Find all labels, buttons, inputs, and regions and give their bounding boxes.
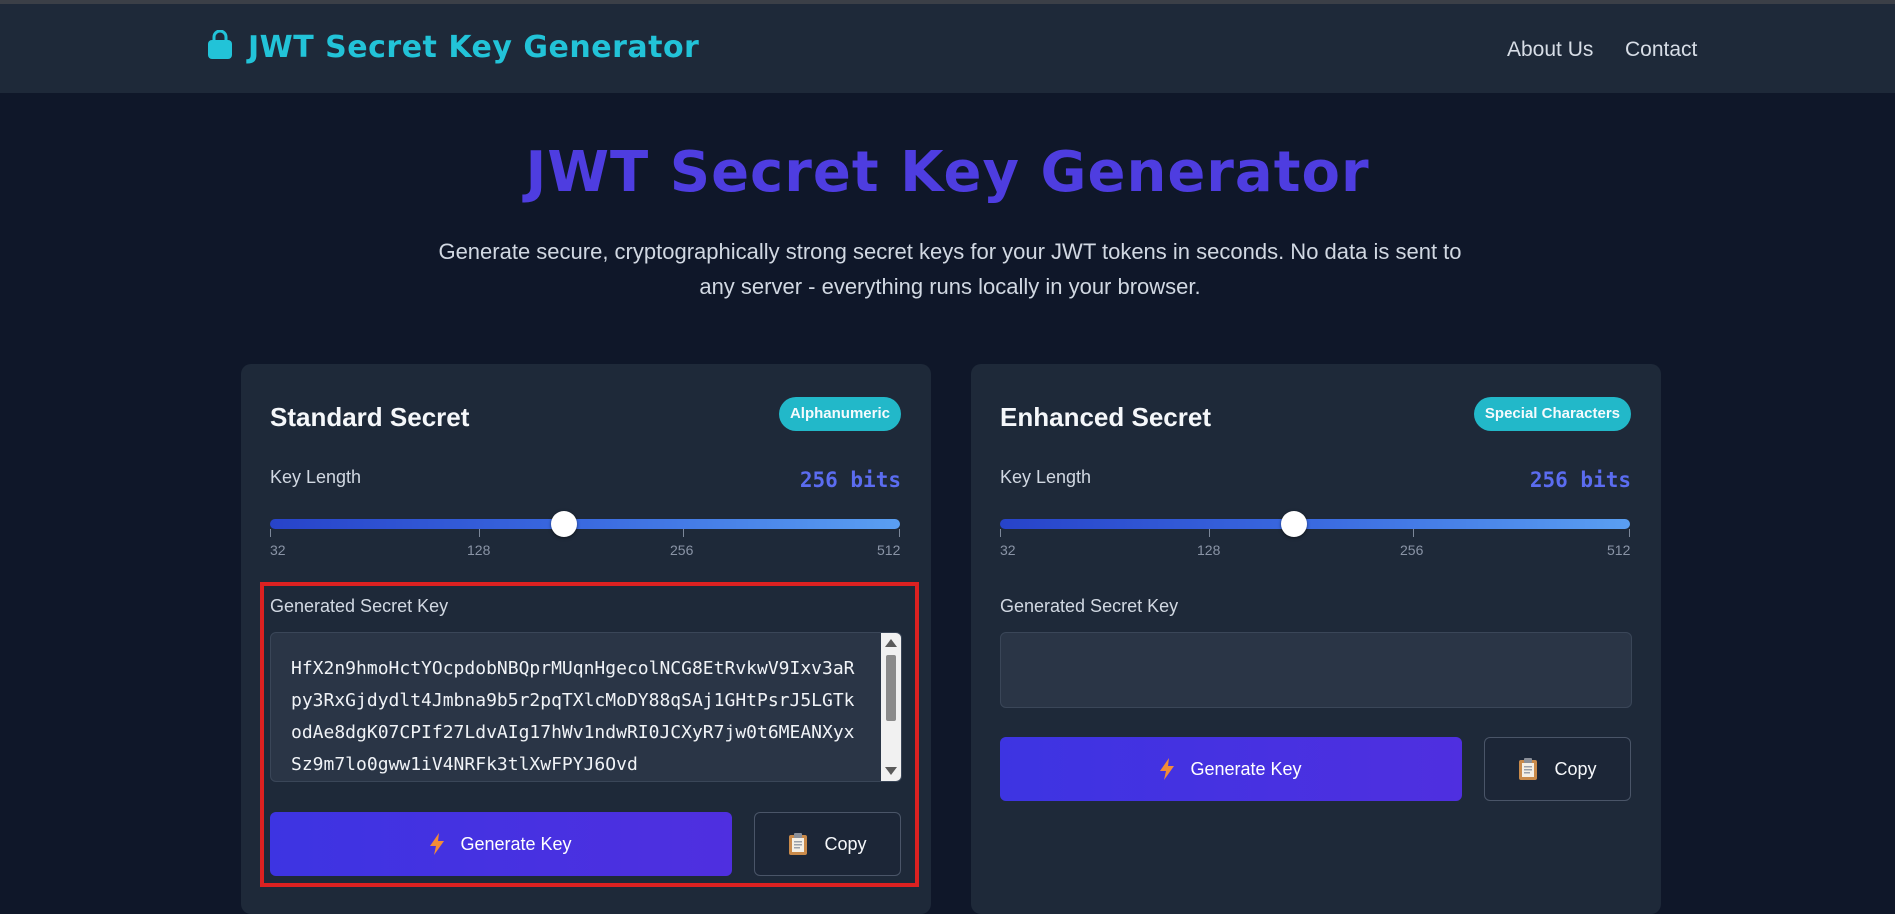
tick-label: 256 <box>1400 542 1424 558</box>
slider-tick <box>1000 529 1001 537</box>
navbar: JWT Secret Key Generator About Us Contac… <box>0 4 1895 93</box>
enhanced-secret-card: Enhanced Secret Special Characters Key L… <box>971 364 1661 914</box>
generated-key-label: Generated Secret Key <box>1000 596 1179 616</box>
slider-tick <box>270 529 271 537</box>
focus-highlight-box <box>260 582 919 887</box>
key-length-label: Key Length <box>1000 467 1092 487</box>
page-title: JWT Secret Key Generator <box>525 140 1370 205</box>
special-characters-badge: Special Characters <box>1473 397 1631 431</box>
tick-label: 512 <box>877 542 901 558</box>
key-length-slider-thumb[interactable] <box>1281 511 1307 537</box>
key-length-slider[interactable] <box>1000 519 1630 529</box>
key-length-value: 256 bits <box>1529 468 1631 492</box>
lightning-icon <box>1160 758 1175 780</box>
generate-key-label: Generate Key <box>1190 758 1302 779</box>
nav-link-contact[interactable]: Contact <box>1625 38 1697 62</box>
shopping-bag-icon <box>206 29 234 65</box>
key-length-slider-thumb[interactable] <box>551 511 577 537</box>
tick-label: 256 <box>670 542 694 558</box>
key-length-label: Key Length <box>270 467 362 487</box>
brand[interactable]: JWT Secret Key Generator <box>206 29 700 65</box>
tick-label: 128 <box>467 542 491 558</box>
slider-tick <box>683 529 684 537</box>
slider-tick <box>899 529 900 537</box>
generate-key-button[interactable]: Generate Key <box>1000 737 1462 801</box>
copy-label: Copy <box>1554 758 1597 779</box>
brand-title: JWT Secret Key Generator <box>248 30 700 65</box>
page-subtitle: Generate secure, cryptographically stron… <box>438 239 1462 299</box>
copy-button[interactable]: Copy <box>1484 737 1631 801</box>
tick-label: 32 <box>1000 542 1016 558</box>
tick-label: 512 <box>1607 542 1631 558</box>
nav-link-about-us[interactable]: About Us <box>1507 38 1593 62</box>
tick-label: 128 <box>1197 542 1221 558</box>
card-title: Enhanced Secret <box>1000 402 1211 432</box>
slider-tick <box>1209 529 1210 537</box>
key-length-slider[interactable] <box>270 519 900 529</box>
slider-tick <box>1413 529 1414 537</box>
card-title: Standard Secret <box>270 402 470 432</box>
slider-tick <box>479 529 480 537</box>
generated-key-output[interactable] <box>1000 632 1632 708</box>
alphanumeric-badge: Alphanumeric <box>778 397 901 431</box>
clipboard-icon <box>1518 757 1538 781</box>
tick-label: 32 <box>270 542 286 558</box>
slider-tick <box>1629 529 1630 537</box>
key-length-value: 256 bits <box>799 468 901 492</box>
